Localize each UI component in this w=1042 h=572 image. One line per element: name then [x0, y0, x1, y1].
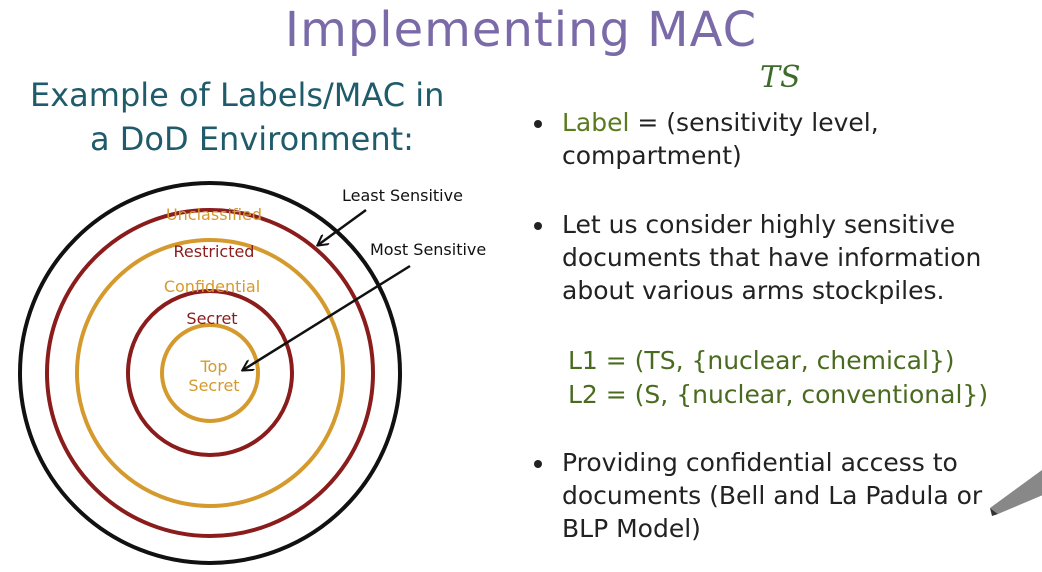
ring-label-top: Top	[200, 357, 228, 376]
least-sensitive-arrow	[318, 208, 367, 245]
bullet-dot	[534, 460, 542, 468]
ring-label-top-secret: Secret	[188, 376, 239, 395]
bullet-blp-model: Providing confidential access to documen…	[534, 446, 1034, 545]
bullet-dot	[534, 222, 542, 230]
bullet-dot	[534, 120, 542, 128]
ring-label-secret: Secret	[186, 309, 237, 328]
ring-label-unclassified: Unclassified	[166, 205, 262, 224]
label-definition-2: compartment)	[562, 141, 742, 170]
formula-l2: L2 = (S, {nuclear, conventional})	[568, 380, 989, 409]
bullet-text: Let us consider highly sensitive documen…	[562, 208, 1034, 307]
most-sensitive-arrow	[243, 264, 411, 370]
formula-l1: L1 = (TS, {nuclear, chemical})	[568, 346, 955, 375]
bullet-2-line-2: documents that have information	[562, 243, 982, 272]
bullet-sensitive-documents: Let us consider highly sensitive documen…	[534, 208, 1034, 307]
label-term: Label	[562, 108, 630, 137]
label-definition-1: = (sensitivity level,	[629, 108, 879, 137]
ring-label-confidential: Confidential	[164, 277, 260, 296]
bullet-3-line-2: documents (Bell and La Padula or	[562, 481, 983, 510]
bullet-text: Providing confidential access to documen…	[562, 446, 1034, 545]
bullet-3-line-3: BLP Model)	[562, 514, 701, 543]
bullet-text: Label = (sensitivity level, compartment)	[562, 106, 1034, 172]
bullet-2-line-1: Let us consider highly sensitive	[562, 210, 956, 239]
pen-icon	[990, 470, 1042, 516]
bullet-2-line-3: about various arms stockpiles.	[562, 276, 945, 305]
most-sensitive-label: Most Sensitive	[370, 240, 486, 259]
ring-label-restricted: Restricted	[174, 242, 255, 261]
least-sensitive-label: Least Sensitive	[342, 186, 463, 205]
bullet-3-line-1: Providing confidential access to	[562, 448, 958, 477]
bullet-label-definition: Label = (sensitivity level, compartment)	[534, 106, 1034, 172]
